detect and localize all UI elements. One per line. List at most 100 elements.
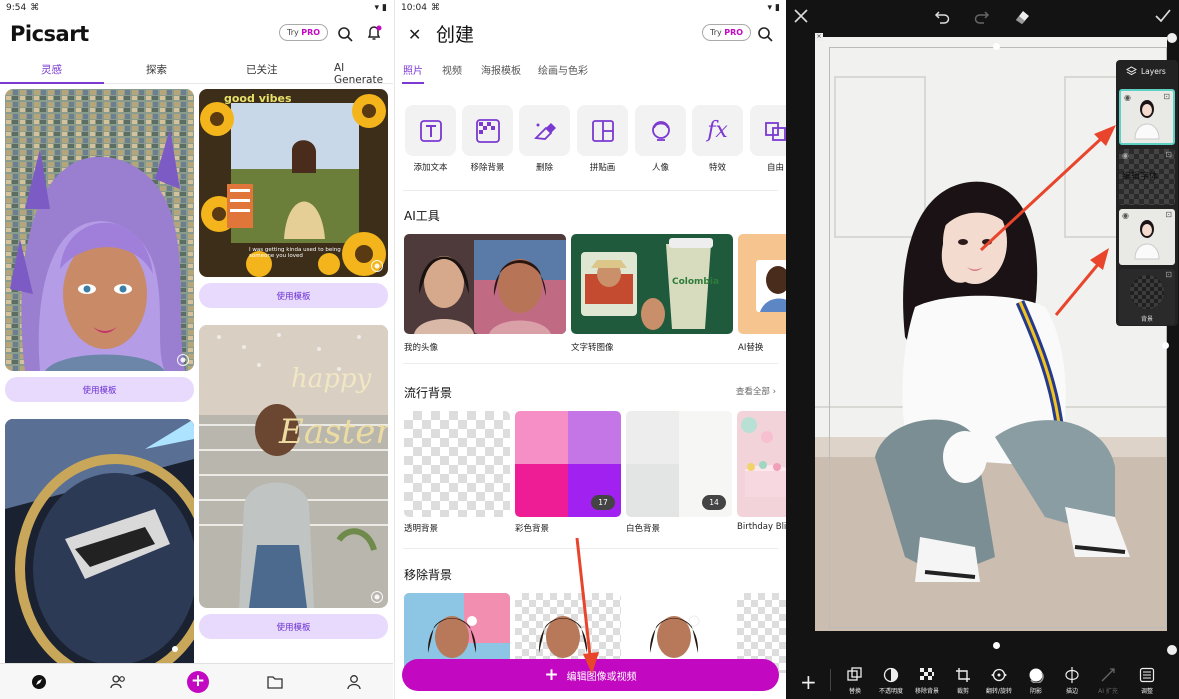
rotate-handle-icon[interactable] bbox=[1167, 33, 1177, 43]
status-bar: 10:04 ⌘ ▾ ▮ bbox=[395, 0, 786, 16]
tool-label: 移除背景 bbox=[470, 163, 505, 173]
create-tabs: 照片 视频 海报模板 绘画与色彩 bbox=[395, 60, 786, 86]
layer-item-photo-copy[interactable]: ◉ ⊡ bbox=[1119, 209, 1175, 265]
wifi-icon: ▾ bbox=[374, 3, 380, 13]
gamepad-icon: ⌘ bbox=[30, 3, 40, 13]
close-icon[interactable] bbox=[794, 9, 808, 23]
see-all-link[interactable]: 查看全部 › bbox=[736, 385, 776, 397]
lock-icon[interactable]: ⊡ bbox=[1165, 210, 1172, 219]
toolbar-divider bbox=[830, 669, 831, 691]
transparent-bg-card[interactable] bbox=[404, 411, 510, 517]
lock-icon[interactable]: ⊡ bbox=[1163, 92, 1170, 101]
count-badge: 17 bbox=[591, 495, 615, 510]
tool-label: 添加文本 bbox=[413, 163, 448, 173]
toolbar-opacity[interactable]: 不透明度 bbox=[873, 666, 909, 695]
bg-label: 彩色背景 bbox=[515, 524, 550, 534]
close-icon[interactable]: ✕ bbox=[408, 25, 421, 44]
template-card-sunflowers[interactable]: good vibes I was getting kinda used to b… bbox=[199, 89, 388, 277]
ai-tools-heading: AI工具 bbox=[404, 209, 440, 223]
toolbar-outline[interactable]: 描边 bbox=[1054, 666, 1090, 695]
layer-item-text[interactable]: 编辑字体 ◉ ⊡ bbox=[1119, 149, 1175, 205]
white-bg-card[interactable]: 14 bbox=[626, 411, 732, 517]
eraser-icon[interactable] bbox=[1013, 7, 1031, 25]
layer-label: 背景 bbox=[1140, 316, 1153, 323]
toolbar-label: AI 扩充 bbox=[1098, 688, 1118, 695]
birthday-bg-card[interactable] bbox=[737, 411, 786, 517]
folder-icon[interactable] bbox=[266, 673, 284, 691]
create-button[interactable]: + bbox=[187, 671, 209, 693]
tool-erase[interactable]: 删除 bbox=[519, 105, 570, 173]
toolbar-ai-expand[interactable]: AI 扩充 bbox=[1090, 666, 1126, 695]
color-bg-card[interactable]: 17 bbox=[515, 411, 621, 517]
happy-text: happy bbox=[291, 364, 372, 394]
template-card-portrait[interactable] bbox=[5, 89, 194, 371]
lock-icon[interactable]: ⊡ bbox=[1165, 150, 1172, 159]
count-badge: 14 bbox=[702, 495, 726, 510]
search-icon[interactable] bbox=[337, 26, 353, 42]
use-template-button[interactable]: 使用模板 bbox=[199, 283, 388, 308]
tab-drawing-color[interactable]: 绘画与色彩 bbox=[538, 62, 588, 77]
tool-collage[interactable]: 拼贴画 bbox=[577, 105, 628, 173]
birthday-bg-preview bbox=[741, 417, 786, 497]
toolbar-flip-rotate[interactable]: 翻转/旋转 bbox=[981, 666, 1017, 695]
add-layer-plus-icon[interactable]: + bbox=[800, 670, 817, 694]
compass-icon[interactable] bbox=[30, 673, 48, 691]
redo-icon[interactable] bbox=[974, 8, 990, 24]
tool-portrait[interactable]: 人像 bbox=[635, 105, 686, 173]
tab-photo[interactable]: 照片 bbox=[403, 62, 423, 77]
tool-add-text[interactable]: 添加文本 bbox=[405, 105, 456, 173]
scale-handle-icon[interactable] bbox=[1167, 645, 1177, 655]
toolbar-shadow[interactable]: 阴影 bbox=[1018, 666, 1054, 695]
tab-following[interactable]: 已关注 bbox=[246, 62, 278, 77]
text-to-image-card[interactable]: Colombia bbox=[571, 234, 733, 334]
resize-handle[interactable] bbox=[993, 43, 1000, 50]
toolbar-remove-bg[interactable]: 移除背景 bbox=[909, 666, 945, 695]
tab-explore[interactable]: 探索 bbox=[146, 62, 167, 77]
template-card-easter[interactable]: happy Easter bbox=[199, 325, 388, 608]
tool-label: 人像 bbox=[651, 163, 669, 173]
tool-free-crop[interactable]: 自由 bbox=[750, 105, 786, 173]
toolbar-crop[interactable]: 裁剪 bbox=[945, 666, 981, 695]
active-tab-underline bbox=[402, 82, 424, 84]
undo-icon[interactable] bbox=[934, 8, 950, 24]
layers-icon bbox=[1126, 66, 1137, 76]
ai-replace-card[interactable] bbox=[738, 234, 786, 334]
replay-badge-icon bbox=[177, 354, 189, 366]
tool-effects[interactable]: fx 特效 bbox=[692, 105, 743, 173]
profile-icon[interactable] bbox=[345, 673, 363, 691]
notification-bell-icon[interactable] bbox=[366, 25, 382, 41]
search-icon[interactable] bbox=[757, 26, 773, 42]
crop-icon bbox=[956, 668, 970, 682]
ai-tool-label: 我的头像 bbox=[404, 343, 439, 353]
checkmark-icon[interactable] bbox=[1155, 9, 1171, 23]
lock-icon[interactable]: ⊡ bbox=[1165, 270, 1172, 279]
community-icon[interactable] bbox=[109, 673, 127, 691]
toolbar-adjust[interactable]: 调整 bbox=[1129, 666, 1165, 695]
eye-icon[interactable]: ◉ bbox=[1122, 151, 1129, 160]
tab-poster-templates[interactable]: 海报模板 bbox=[481, 62, 521, 77]
toolbar-replace[interactable]: 替换 bbox=[837, 666, 873, 695]
layer-item-background[interactable]: 背景 ⊡ bbox=[1119, 269, 1175, 325]
use-template-button[interactable]: 使用模板 bbox=[199, 614, 388, 639]
try-pro-button[interactable]: Try PRO bbox=[279, 24, 329, 41]
tool-remove-bg[interactable]: 移除背景 bbox=[462, 105, 513, 173]
bg-label: 透明背景 bbox=[404, 524, 439, 534]
mirror-photo-image bbox=[5, 419, 194, 664]
eye-icon[interactable]: ◉ bbox=[1122, 211, 1129, 220]
resize-handle[interactable] bbox=[993, 642, 1000, 649]
ai-avatar-card[interactable] bbox=[404, 234, 566, 334]
layer-item-photo[interactable]: ◉ ⊡ bbox=[1119, 89, 1175, 145]
can-label-text: Colombia bbox=[672, 277, 719, 287]
tab-video[interactable]: 视频 bbox=[442, 62, 462, 77]
resize-handle[interactable] bbox=[1162, 342, 1169, 349]
create-panel: 10:04 ⌘ ▾ ▮ ✕ 创建 Try PRO 照片 视频 海报模板 绘画与色彩… bbox=[394, 0, 786, 699]
toolbar-label: 移除背景 bbox=[914, 688, 939, 695]
use-template-button[interactable]: 使用模板 bbox=[5, 377, 194, 402]
template-card-mirror[interactable] bbox=[5, 419, 194, 664]
tab-ai-generate[interactable]: AI Generate bbox=[334, 62, 393, 86]
tab-inspiration[interactable]: 灵感 bbox=[41, 62, 62, 77]
try-pro-button[interactable]: Try PRO bbox=[702, 24, 752, 41]
delete-handle-icon[interactable]: × bbox=[815, 33, 823, 41]
eye-icon[interactable]: ◉ bbox=[1124, 93, 1131, 102]
toolbar-label: 调整 bbox=[1140, 688, 1153, 695]
